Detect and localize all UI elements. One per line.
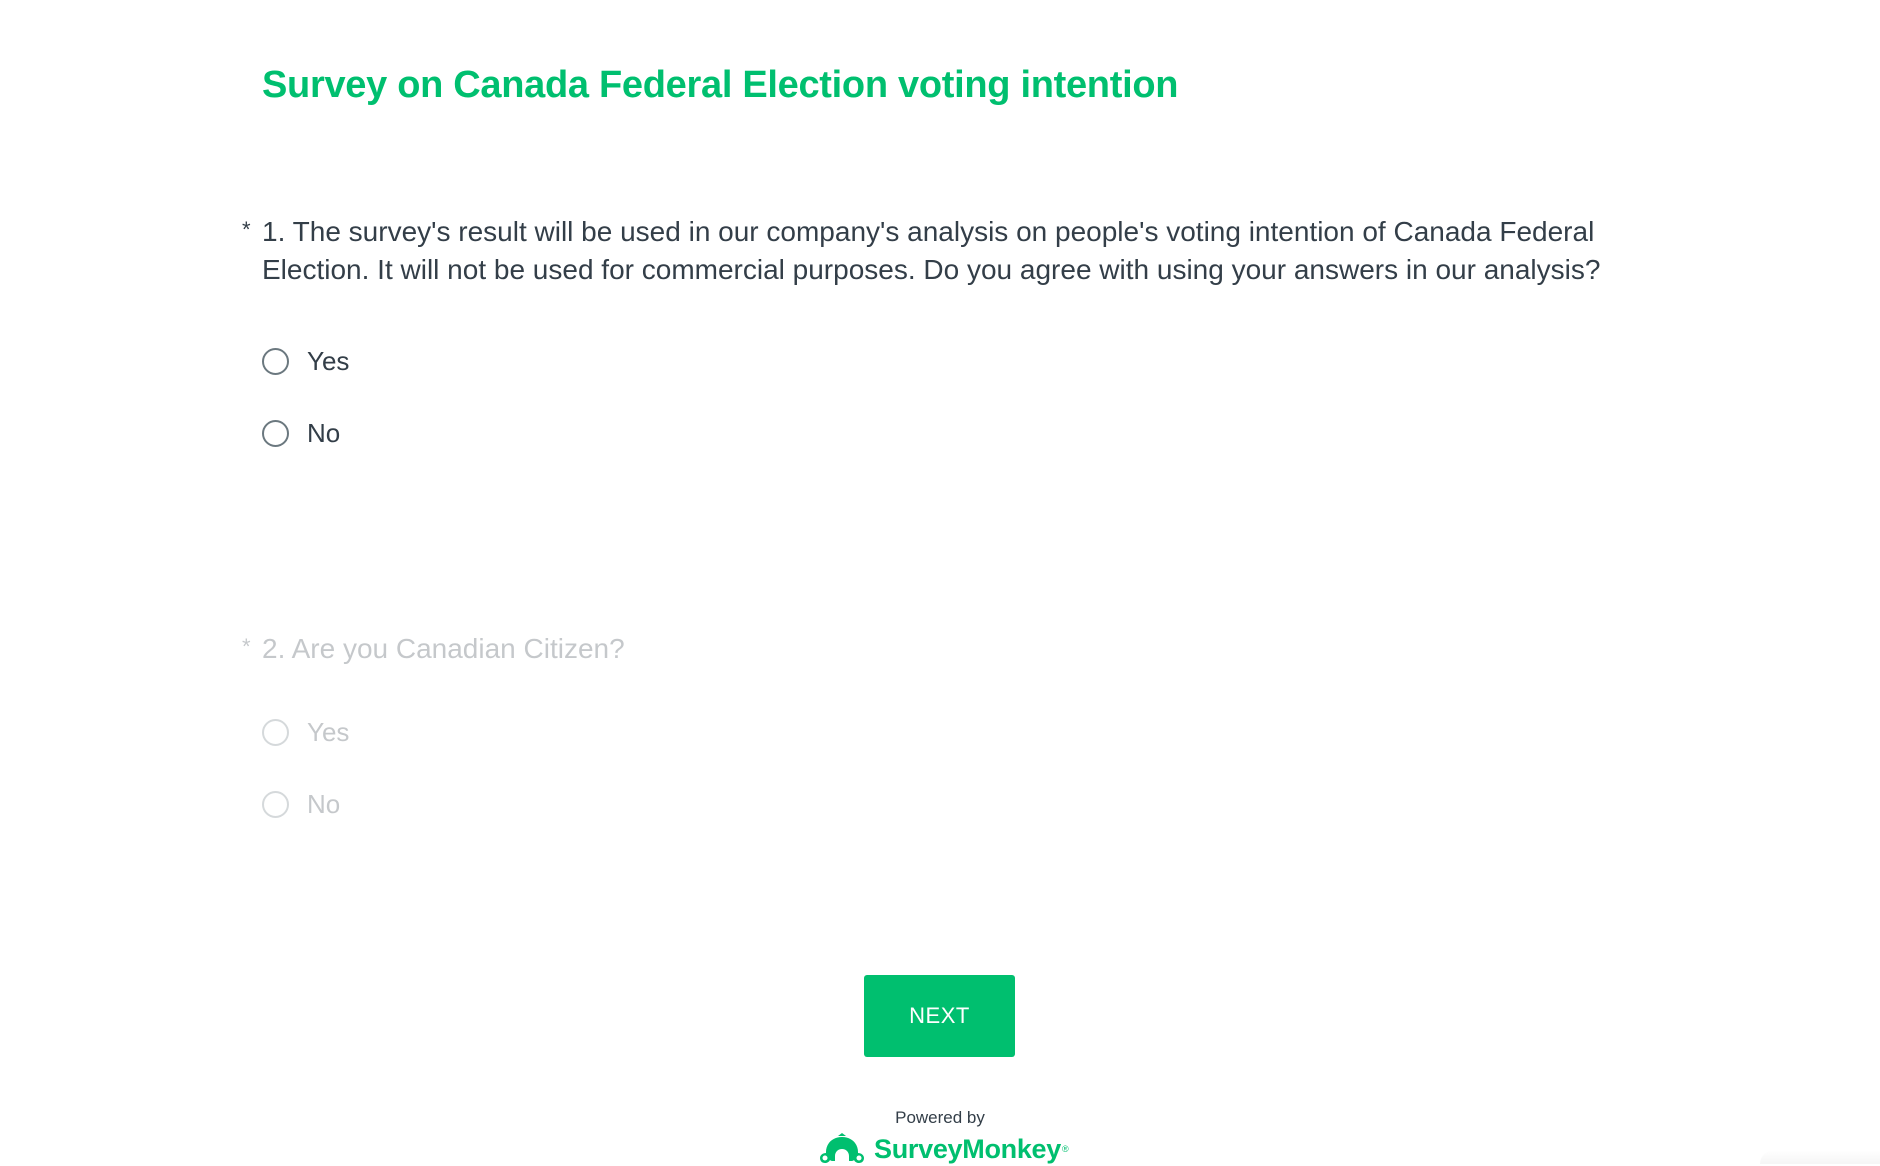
required-marker: * — [242, 217, 251, 242]
choice-no: No — [262, 784, 1612, 824]
surveymonkey-logo-icon — [820, 1133, 864, 1163]
question-2-header: * 2. Are you Canadian Citizen? — [242, 630, 1612, 668]
question-2-choices: Yes No — [242, 712, 1612, 824]
question-2: * 2. Are you Canadian Citizen? Yes No — [242, 630, 1612, 856]
brand-name: SurveyMonkey — [874, 1133, 1061, 1164]
choice-yes[interactable]: Yes — [262, 341, 1612, 381]
choice-label[interactable]: Yes — [307, 346, 349, 377]
choice-yes: Yes — [262, 712, 1612, 752]
radio-unchecked-icon — [262, 790, 289, 818]
choice-label[interactable]: No — [307, 418, 340, 449]
question-1: * 1. The survey's result will be used in… — [242, 213, 1612, 485]
question-1-choices: Yes No — [242, 341, 1612, 453]
choice-label: No — [307, 788, 341, 819]
choice-no[interactable]: No — [262, 413, 1612, 453]
choice-label: Yes — [307, 716, 350, 747]
radio-unchecked-icon[interactable] — [262, 419, 289, 447]
question-1-header: * 1. The survey's result will be used in… — [242, 213, 1612, 289]
powered-by-text: Powered by — [895, 1108, 985, 1127]
question-number: 2. — [262, 633, 286, 664]
survey-title: Survey on Canada Federal Election voting… — [262, 64, 1179, 106]
question-number: 1. — [262, 216, 286, 247]
surveymonkey-brand-link[interactable]: SurveyMonkey ® — [818, 1132, 1069, 1166]
registered-mark: ® — [1061, 1144, 1069, 1154]
required-marker: * — [242, 634, 251, 659]
next-button[interactable]: NEXT — [864, 975, 1015, 1057]
radio-unchecked-icon[interactable] — [262, 347, 289, 375]
corner-shadow — [1760, 1150, 1880, 1164]
question-text: Are you Canadian Citizen? — [291, 633, 625, 664]
radio-unchecked-icon — [262, 718, 289, 746]
question-text: The survey's result will be used in our … — [262, 216, 1601, 285]
